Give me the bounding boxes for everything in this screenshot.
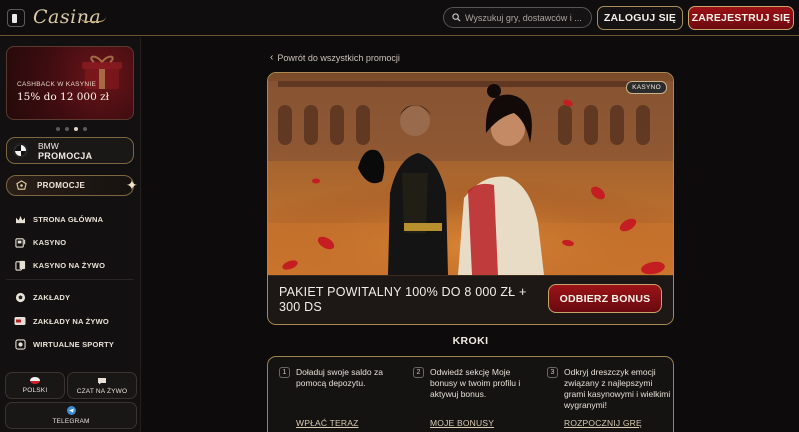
sidebar-item-label: WIRTUALNE SPORTY [33,339,115,349]
bmw-promo-text: BMW PROMOCJA [38,141,92,161]
live-chat-label: CZAT NA ŻYWO [76,387,128,395]
search-input[interactable] [465,12,591,23]
sidebar-item-label: ZAKŁADY [33,292,71,302]
steps-heading: KROKI [452,335,489,347]
sidebar-item-promocje[interactable]: PROMOCJE [6,175,134,196]
live-tv-icon [14,315,26,327]
virtual-sports-icon [14,338,26,350]
carousel-dot[interactable] [65,127,69,131]
bmw-logo-icon [13,143,28,158]
chevron-left-icon: ‹ [270,52,274,63]
chat-bubble-icon [98,377,106,384]
step-text: Odkryj dreszczyk emocji związany z najle… [564,367,671,410]
back-link-label: Powrót do wszystkich promocji [277,52,400,63]
sidebar-item-label: KASYNO NA ŻYWO [33,260,106,270]
search-bar[interactable] [443,7,592,28]
carousel-dots [56,127,87,131]
telegram-button[interactable]: TELEGRAM [5,402,137,429]
live-chat-button[interactable]: CZAT NA ŻYWO [67,372,137,399]
language-label: POLSKI [22,387,48,394]
promo-card-subtitle: CASHBACK W KASYNIE [17,81,97,88]
promo-hero-card: KASYNO PAKIET POWITALNY 100% DO 8 000 ZŁ… [267,72,674,325]
register-button[interactable]: ZAREJESTRUJ SIĘ [688,6,794,30]
sidebar-item-label: PROMOCJE [37,181,86,190]
sidebar-toggle-icon[interactable] [7,9,25,27]
sidebar-item-label: KASYNO [33,237,67,247]
sidebar-item-home[interactable]: STRONA GŁÓWNA [14,212,103,226]
bmw-line1: BMW [38,140,59,151]
promo-title: PAKIET POWITALNY 100% DO 8 000 ZŁ + 300 … [279,285,527,314]
sidebar-item-live-sports[interactable]: ZAKŁADY NA ŻYWO [14,314,109,328]
search-icon [452,13,461,22]
soccer-ball-icon [14,291,26,303]
sidebar: CASHBACK W KASYNIE 15% do 12 000 zł BMW … [0,37,141,432]
sidebar-item-label: ZAKŁADY NA ŻYWO [33,316,109,326]
cards-icon [14,259,26,271]
telegram-label: TELEGRAM [52,418,90,425]
steps-panel: 1 Doładuj swoje saldo za pomocą depozytu… [267,356,674,432]
carousel-dot[interactable] [56,127,60,131]
sidebar-item-sports[interactable]: ZAKŁADY [14,290,70,304]
carousel-dot-active[interactable] [74,127,78,131]
sidebar-item-casino[interactable]: KASYNO [14,235,66,249]
login-button[interactable]: ZALOGUJ SIĘ [597,6,683,30]
sidebar-item-live-casino[interactable]: KASYNO NA ŻYWO [14,258,105,272]
bmw-line2: PROMOCJA [38,150,93,161]
claim-bonus-button[interactable]: ODBIERZ BONUS [548,284,662,313]
language-button[interactable]: POLSKI [5,372,65,399]
promo-hero-footer: PAKIET POWITALNY 100% DO 8 000 ZŁ + 300 … [268,275,673,324]
cashback-promo-card[interactable]: CASHBACK W KASYNIE 15% do 12 000 zł [6,46,134,120]
back-to-promotions-link[interactable]: ‹ Powrót do wszystkich promocji [270,52,400,63]
promo-badge-icon [16,180,27,190]
deposit-now-link[interactable]: WPŁAĆ TERAZ [296,418,359,428]
step-number: 3 [547,367,558,378]
top-header: Casina ZALOGUJ SIĘ ZAREJESTRUJ SIĘ [0,0,799,36]
my-bonuses-link[interactable]: MOJE BONUSY [430,418,494,428]
promo-card-title: 15% do 12 000 zł [17,91,110,103]
sparkle-icon: ✦ [126,177,138,193]
step-number: 1 [279,367,290,378]
category-badge: KASYNO [626,81,667,94]
bmw-promo-button[interactable]: BMW PROMOCJA [6,137,134,164]
logo-swash [80,16,106,22]
slot-machine-icon [14,236,26,248]
crown-icon [14,213,26,225]
sidebar-item-virtual-sports[interactable]: WIRTUALNE SPORTY [14,337,114,351]
sidebar-divider [6,279,134,280]
step-number: 2 [413,367,424,378]
step-text: Odwiedź sekcję Moje bonusy w twoim profi… [430,367,521,399]
telegram-icon [66,406,76,415]
step-text: Doładuj swoje saldo za pomocą depozytu. [296,367,383,388]
sidebar-item-label: STRONA GŁÓWNA [33,214,104,224]
start-game-link[interactable]: ROZPOCZNIJ GRĘ [564,418,642,428]
poland-flag-icon [30,377,40,384]
carousel-dot[interactable] [83,127,87,131]
promo-hero-image [268,73,673,275]
